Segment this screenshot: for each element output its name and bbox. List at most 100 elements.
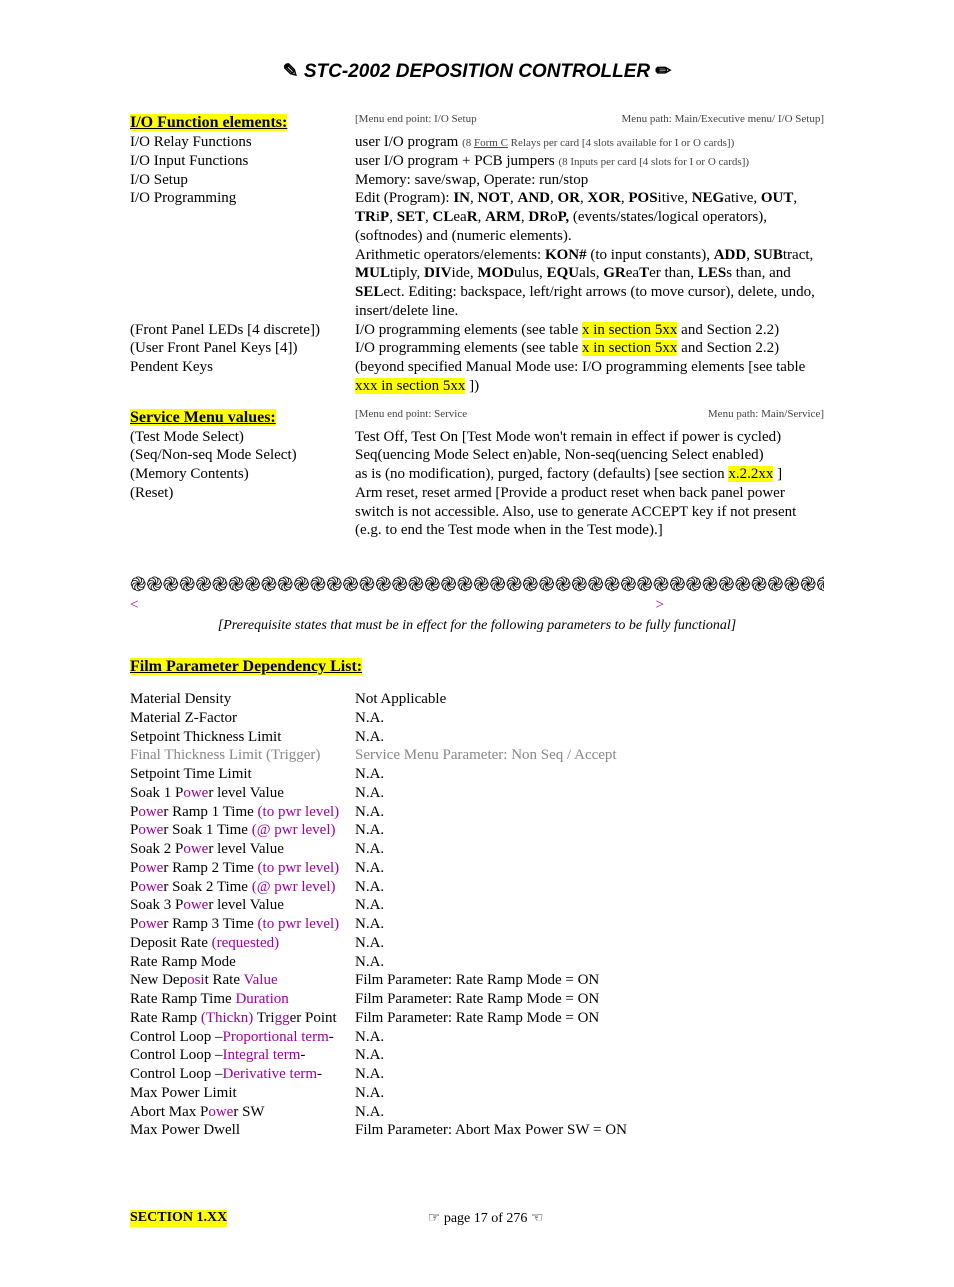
footer-section: SECTION 1.XX (130, 1210, 227, 1227)
film-param-value: N.A. (355, 878, 824, 897)
film-param-name: Material Density (130, 690, 355, 709)
film-param-value: N.A. (355, 765, 824, 784)
io-prog-row: I/O Programming Edit (Program): IN, NOT,… (130, 189, 824, 320)
film-row: Abort Max Power SWN.A. (130, 1103, 824, 1122)
gt-symbol: > (656, 597, 664, 614)
film-row: Control Loop –Integral term-N.A. (130, 1046, 824, 1065)
io-relay-label: I/O Relay Functions (130, 133, 355, 152)
film-param-name: Max Power Dwell (130, 1121, 355, 1140)
film-param-name: Material Z-Factor (130, 709, 355, 728)
film-param-name: Power Ramp 3 Time (to pwr level) (130, 915, 355, 934)
io-setup-value: Memory: save/swap, Operate: run/stop (355, 171, 824, 190)
svc-test-r: Test Off, Test On [Test Mode won't remai… (355, 428, 824, 447)
io-relay-row: I/O Relay Functions user I/O program (8 … (130, 133, 824, 152)
svc-mem-b: ] (773, 466, 782, 482)
io-pk-hl: xxx in section 5xx (355, 378, 465, 394)
film-param-value: N.A. (355, 953, 824, 972)
io-uk-label: (User Front Panel Keys [4]) (130, 339, 355, 358)
film-param-name: Deposit Rate (requested) (130, 934, 355, 953)
film-row: Material Z-FactorN.A. (130, 709, 824, 728)
film-row: Power Soak 2 Time (@ pwr level)N.A. (130, 878, 824, 897)
io-uk-row: (User Front Panel Keys [4]) I/O programm… (130, 339, 824, 358)
io-relay-txt-a: user I/O program (355, 134, 462, 150)
svc-rst-row: (Reset) Arm reset, reset armed [Provide … (130, 484, 824, 540)
io-fp-hl: x in section 5xx (582, 322, 677, 338)
header-deco-right: ✏ (655, 61, 671, 82)
io-relay-formc: Form C (474, 137, 508, 149)
film-param-value: N.A. (355, 840, 824, 859)
page-title: STC-2002 DEPOSITION CONTROLLER (304, 61, 650, 82)
film-param-name: Rate Ramp Mode (130, 953, 355, 972)
film-param-value: N.A. (355, 1084, 824, 1103)
film-param-value: Not Applicable (355, 690, 824, 709)
film-row: Rate Ramp (Thickn) Trigger PointFilm Par… (130, 1009, 824, 1028)
svc-seq-row: (Seq/Non-seq Mode Select) Seq(uencing Mo… (130, 446, 824, 465)
io-setup-row: I/O Setup Memory: save/swap, Operate: ru… (130, 171, 824, 190)
film-row: Rate Ramp ModeN.A. (130, 953, 824, 972)
film-row: Soak 3 Power level ValueN.A. (130, 896, 824, 915)
film-param-name: Power Soak 2 Time (@ pwr level) (130, 878, 355, 897)
film-row: Max Power DwellFilm Parameter: Abort Max… (130, 1121, 824, 1140)
film-param-name: New Deposit Rate Value (130, 971, 355, 990)
io-fp-label: (Front Panel LEDs [4 discrete]) (130, 321, 355, 340)
film-param-name: Control Loop –Proportional term- (130, 1028, 355, 1047)
prereq-note: [Prerequisite states that must be in eff… (130, 618, 824, 634)
service-menu-end: [Menu end point: Service (355, 408, 467, 422)
io-input-row: I/O Input Functions user I/O program + P… (130, 152, 824, 171)
film-param-value: N.A. (355, 803, 824, 822)
film-param-value: N.A. (355, 1046, 824, 1065)
film-row: Max Power LimitN.A. (130, 1084, 824, 1103)
film-row: Soak 1 Power level ValueN.A. (130, 784, 824, 803)
film-param-value: Film Parameter: Abort Max Power SW = ON (355, 1121, 824, 1140)
svc-test-l: (Test Mode Select) (130, 428, 355, 447)
io-fp-txt-b: and Section 2.2) (677, 322, 779, 338)
film-row: Setpoint Thickness LimitN.A. (130, 728, 824, 747)
film-param-value: Film Parameter: Rate Ramp Mode = ON (355, 971, 824, 990)
film-param-name: Soak 3 Power level Value (130, 896, 355, 915)
film-heading-row: Film Parameter Dependency List: (130, 658, 824, 676)
film-row: Final Thickness Limit (Trigger)Service M… (130, 746, 824, 765)
svc-test-row: (Test Mode Select) Test Off, Test On [Te… (130, 428, 824, 447)
io-pk-row: Pendent Keys (beyond specified Manual Mo… (130, 358, 824, 396)
io-input-label: I/O Input Functions (130, 152, 355, 171)
svc-seq-r: Seq(uencing Mode Select en)able, Non-seq… (355, 446, 824, 465)
film-param-value: Film Parameter: Rate Ramp Mode = ON (355, 990, 824, 1009)
divider-arrows: < > (130, 597, 824, 614)
film-row: Control Loop –Derivative term-N.A. (130, 1065, 824, 1084)
io-uk-txt-b: and Section 2.2) (677, 340, 779, 356)
io-uk-txt-a: I/O programming elements (see table (355, 340, 582, 356)
io-fp-row: (Front Panel LEDs [4 discrete]) I/O prog… (130, 321, 824, 340)
header-deco-left: ✎ (283, 61, 304, 82)
io-relay-txt-b: (8 (462, 137, 474, 149)
page-footer: SECTION 1.XX ☞ page 17 of 276 ☜ (130, 1210, 824, 1227)
service-heading: Service Menu values: (130, 409, 276, 426)
film-table: Material DensityNot ApplicableMaterial Z… (130, 690, 824, 1140)
film-param-value: N.A. (355, 728, 824, 747)
film-row: Soak 2 Power level ValueN.A. (130, 840, 824, 859)
io-header-row: I/O Function elements: [Menu end point: … (130, 113, 824, 133)
film-row: Rate Ramp Time DurationFilm Parameter: R… (130, 990, 824, 1009)
io-prog-value: Edit (Program): IN, NOT, AND, OR, XOR, P… (355, 189, 824, 320)
service-menu-path: Menu path: Main/Service] (708, 408, 824, 422)
film-row: Deposit Rate (requested)N.A. (130, 934, 824, 953)
film-param-name: Control Loop –Derivative term- (130, 1065, 355, 1084)
film-row: New Deposit Rate ValueFilm Parameter: Ra… (130, 971, 824, 990)
film-row: Control Loop –Proportional term-N.A. (130, 1028, 824, 1047)
film-row: Power Ramp 1 Time (to pwr level)N.A. (130, 803, 824, 822)
io-pk-txt-b: ]) (465, 378, 479, 394)
film-param-name: Max Power Limit (130, 1084, 355, 1103)
io-input-txt-b: (8 Inputs per card [4 slots for I or O c… (558, 156, 749, 168)
film-param-name: Abort Max Power SW (130, 1103, 355, 1122)
svc-mem-row: (Memory Contents) as is (no modification… (130, 465, 824, 484)
io-pk-label: Pendent Keys (130, 358, 355, 377)
io-pk-txt-a: (beyond specified Manual Mode use: I/O p… (355, 359, 805, 375)
film-param-value: N.A. (355, 709, 824, 728)
lt-symbol: < (130, 597, 138, 614)
svc-rst-r: Arm reset, reset armed [Provide a produc… (355, 484, 824, 540)
film-param-name: Setpoint Thickness Limit (130, 728, 355, 747)
film-param-name: Power Ramp 1 Time (to pwr level) (130, 803, 355, 822)
svc-rst-l: (Reset) (130, 484, 355, 503)
io-menu-path: Menu path: Main/Executive menu/ I/O Setu… (621, 113, 824, 127)
film-param-value: N.A. (355, 1065, 824, 1084)
film-row: Power Ramp 3 Time (to pwr level)N.A. (130, 915, 824, 934)
